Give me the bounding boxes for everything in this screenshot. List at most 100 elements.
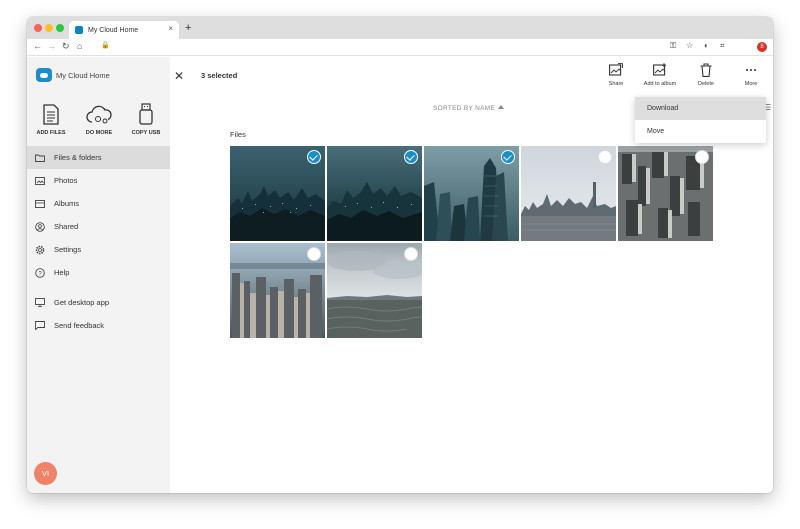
do-more-button[interactable]: DO MORE xyxy=(77,103,121,136)
sidebar-item-label: Send feedback xyxy=(54,321,105,330)
selection-check[interactable] xyxy=(695,150,709,164)
sidebar-item-label: Help xyxy=(54,268,70,277)
profile-badge[interactable]: 8 xyxy=(757,42,767,52)
cloud-icon xyxy=(77,103,121,125)
maximize-window-button[interactable] xyxy=(56,24,64,32)
do-more-label: DO MORE xyxy=(85,130,113,136)
add-files-label: ADD FILES xyxy=(36,130,66,136)
new-tab-button[interactable]: + xyxy=(185,22,191,34)
delete-label: Delete xyxy=(698,81,714,87)
album-icon xyxy=(35,199,45,209)
reload-icon[interactable]: ↻ xyxy=(62,41,70,52)
tab-bar: My Cloud Home × + xyxy=(27,17,773,39)
home-icon[interactable]: ⌂ xyxy=(77,41,82,51)
address-bar-row: ← → ↻ ⌂ 🔒 ⚿ ☆ ◐ ⌗ 8 xyxy=(27,39,773,56)
sidebar-item-label: Photos xyxy=(54,176,78,185)
sidebar-item-settings[interactable]: Settings xyxy=(27,238,170,261)
lock-icon: 🔒 xyxy=(101,42,110,49)
photo-thumbnail[interactable] xyxy=(424,146,519,241)
photo-thumbnail[interactable] xyxy=(230,243,325,338)
more-dropdown-menu: Download Move xyxy=(635,97,766,143)
logo-text: My Cloud Home xyxy=(56,70,110,80)
browser-tab[interactable]: My Cloud Home × xyxy=(69,21,179,39)
svg-text:?: ? xyxy=(38,271,42,277)
star-icon[interactable]: ☆ xyxy=(686,41,693,50)
add-to-album-button[interactable]: Add to album xyxy=(640,61,680,87)
sidebar-item-help[interactable]: ? Help xyxy=(27,261,170,284)
selected-count: 3 selected xyxy=(201,71,238,80)
photo-thumbnail[interactable] xyxy=(327,243,422,338)
section-title: Files xyxy=(230,130,246,139)
delete-button[interactable]: Delete xyxy=(686,61,726,87)
copy-usb-label: COPY USB xyxy=(131,130,161,136)
share-label: Share xyxy=(608,81,624,87)
monitor-icon xyxy=(35,298,45,308)
sort-label: SORTED BY NAME xyxy=(433,105,496,112)
url-field[interactable]: 🔒 xyxy=(94,41,694,53)
sidebar-item-photos[interactable]: Photos xyxy=(27,169,170,192)
minimize-window-button[interactable] xyxy=(45,24,53,32)
share-icon xyxy=(596,61,636,78)
feedback-icon xyxy=(35,321,45,331)
trash-icon xyxy=(686,61,726,78)
back-icon[interactable]: ← xyxy=(33,41,42,51)
sidebar-item-feedback[interactable]: Send feedback xyxy=(27,314,170,337)
document-icon xyxy=(29,103,73,125)
usb-icon xyxy=(124,103,168,125)
photo-icon xyxy=(35,176,45,186)
more-label: More xyxy=(744,81,758,87)
sidebar-item-label: Shared xyxy=(54,222,79,231)
nav-divider xyxy=(27,284,170,291)
favicon-icon xyxy=(75,26,83,34)
more-icon xyxy=(731,61,771,78)
sidebar-item-label: Get desktop app xyxy=(54,298,110,307)
forward-icon[interactable]: → xyxy=(47,41,56,51)
avatar[interactable]: VI xyxy=(34,462,57,485)
logo[interactable]: My Cloud Home xyxy=(36,68,110,82)
sidebar-item-shared[interactable]: Shared xyxy=(27,215,170,238)
tab-title: My Cloud Home xyxy=(88,26,139,34)
app-area: My Cloud Home ADD FILES DO MORE COPY USB xyxy=(27,57,773,493)
add-files-button[interactable]: ADD FILES xyxy=(29,103,73,136)
copy-usb-button[interactable]: COPY USB xyxy=(124,103,168,136)
cloud-logo-icon xyxy=(36,68,52,82)
sidebar-item-files-folders[interactable]: Files & folders xyxy=(27,146,170,169)
photo-thumbnail[interactable] xyxy=(521,146,616,241)
selection-check[interactable] xyxy=(404,150,418,164)
selection-check[interactable] xyxy=(598,150,612,164)
gear-icon xyxy=(35,245,45,255)
selection-check[interactable] xyxy=(307,150,321,164)
close-window-button[interactable] xyxy=(34,24,42,32)
photo-thumbnail[interactable] xyxy=(327,146,422,241)
sidebar-item-label: Settings xyxy=(54,245,82,254)
folder-icon xyxy=(35,153,45,163)
photo-thumbnail[interactable] xyxy=(230,146,325,241)
sidebar-item-albums[interactable]: Albums xyxy=(27,192,170,215)
share-button[interactable]: Share xyxy=(596,61,636,87)
sidebar-item-label: Files & folders xyxy=(54,153,102,162)
add-to-album-icon xyxy=(640,61,680,78)
shared-icon xyxy=(35,221,45,232)
sort-arrow-icon xyxy=(498,105,505,109)
more-button[interactable]: More xyxy=(731,61,771,87)
selection-check[interactable] xyxy=(307,247,321,261)
main-content: ✕ 3 selected Share Add to album Delete M… xyxy=(170,57,773,493)
menu-item-move[interactable]: Move xyxy=(635,120,766,143)
sidebar-item-desktop-app[interactable]: Get desktop app xyxy=(27,291,170,314)
extension-icon[interactable]: ◐ xyxy=(704,41,709,50)
tab-close-icon[interactable]: × xyxy=(168,24,173,33)
browser-window: My Cloud Home × + ← → ↻ ⌂ 🔒 ⚿ ☆ ◐ ⌗ 8 My… xyxy=(27,17,773,493)
screenshot-icon[interactable]: ⌗ xyxy=(720,41,725,51)
selection-check[interactable] xyxy=(501,150,515,164)
sidebar-nav: Files & folders Photos Albums Shared Set… xyxy=(27,146,170,337)
sidebar-item-label: Albums xyxy=(54,199,80,208)
selection-check[interactable] xyxy=(404,247,418,261)
close-selection-icon[interactable]: ✕ xyxy=(174,69,184,83)
photo-thumbnail[interactable] xyxy=(618,146,713,241)
help-icon: ? xyxy=(35,267,45,278)
menu-item-download[interactable]: Download xyxy=(635,97,766,120)
sort-toggle[interactable]: SORTED BY NAME xyxy=(433,105,505,112)
sidebar: My Cloud Home ADD FILES DO MORE COPY USB xyxy=(27,57,170,493)
key-icon[interactable]: ⚿ xyxy=(670,41,676,51)
add-to-album-label: Add to album xyxy=(643,81,677,87)
